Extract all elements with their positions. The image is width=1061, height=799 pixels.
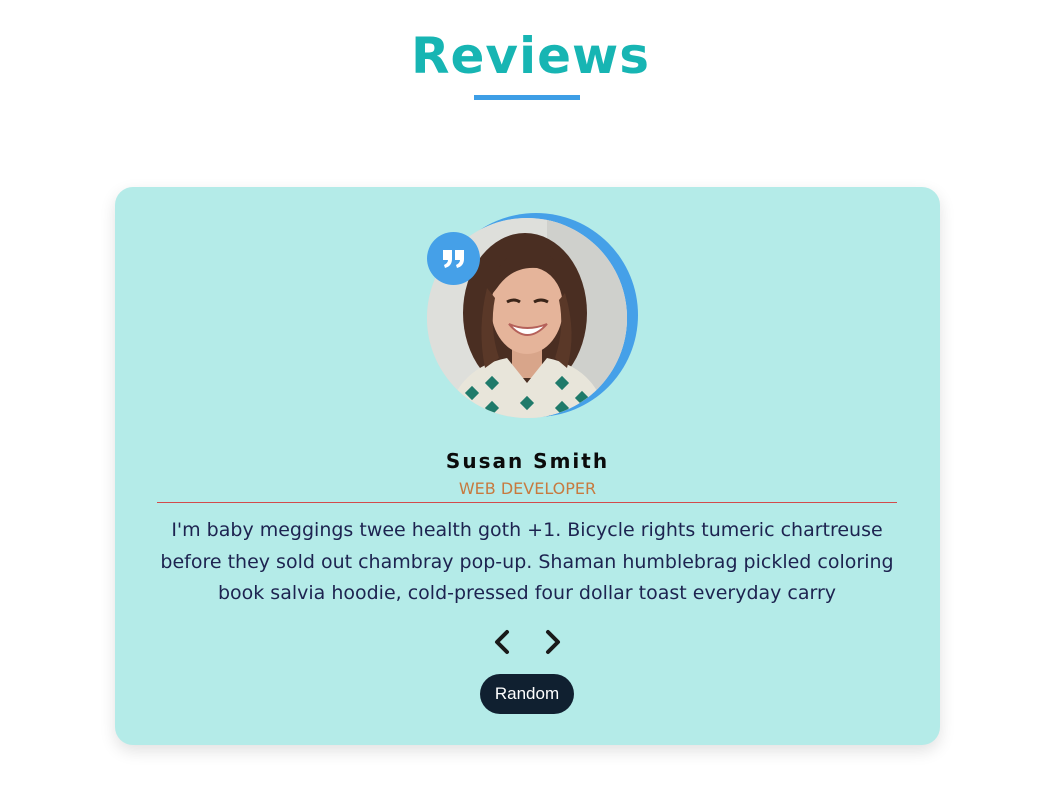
reviewer-name: Susan Smith bbox=[445, 449, 610, 473]
divider bbox=[157, 502, 897, 503]
review-card: Susan Smith web developer I'm baby meggi… bbox=[115, 187, 940, 745]
reviewer-job: web developer bbox=[458, 479, 597, 498]
quote-icon bbox=[427, 232, 480, 285]
chevron-left-icon bbox=[495, 630, 509, 654]
reviews-page: Reviews Susan Smith WEB DEVELOPER I'm ba… bbox=[0, 0, 1061, 799]
chevron-right-icon bbox=[546, 630, 560, 654]
title-underline bbox=[474, 95, 580, 100]
prev-button[interactable] bbox=[487, 627, 517, 657]
next-button[interactable] bbox=[538, 627, 568, 657]
random-button[interactable]: Random bbox=[480, 674, 574, 714]
page-title: Reviews bbox=[410, 27, 650, 85]
review-text: I'm baby meggings twee health goth +1. B… bbox=[160, 519, 894, 604]
